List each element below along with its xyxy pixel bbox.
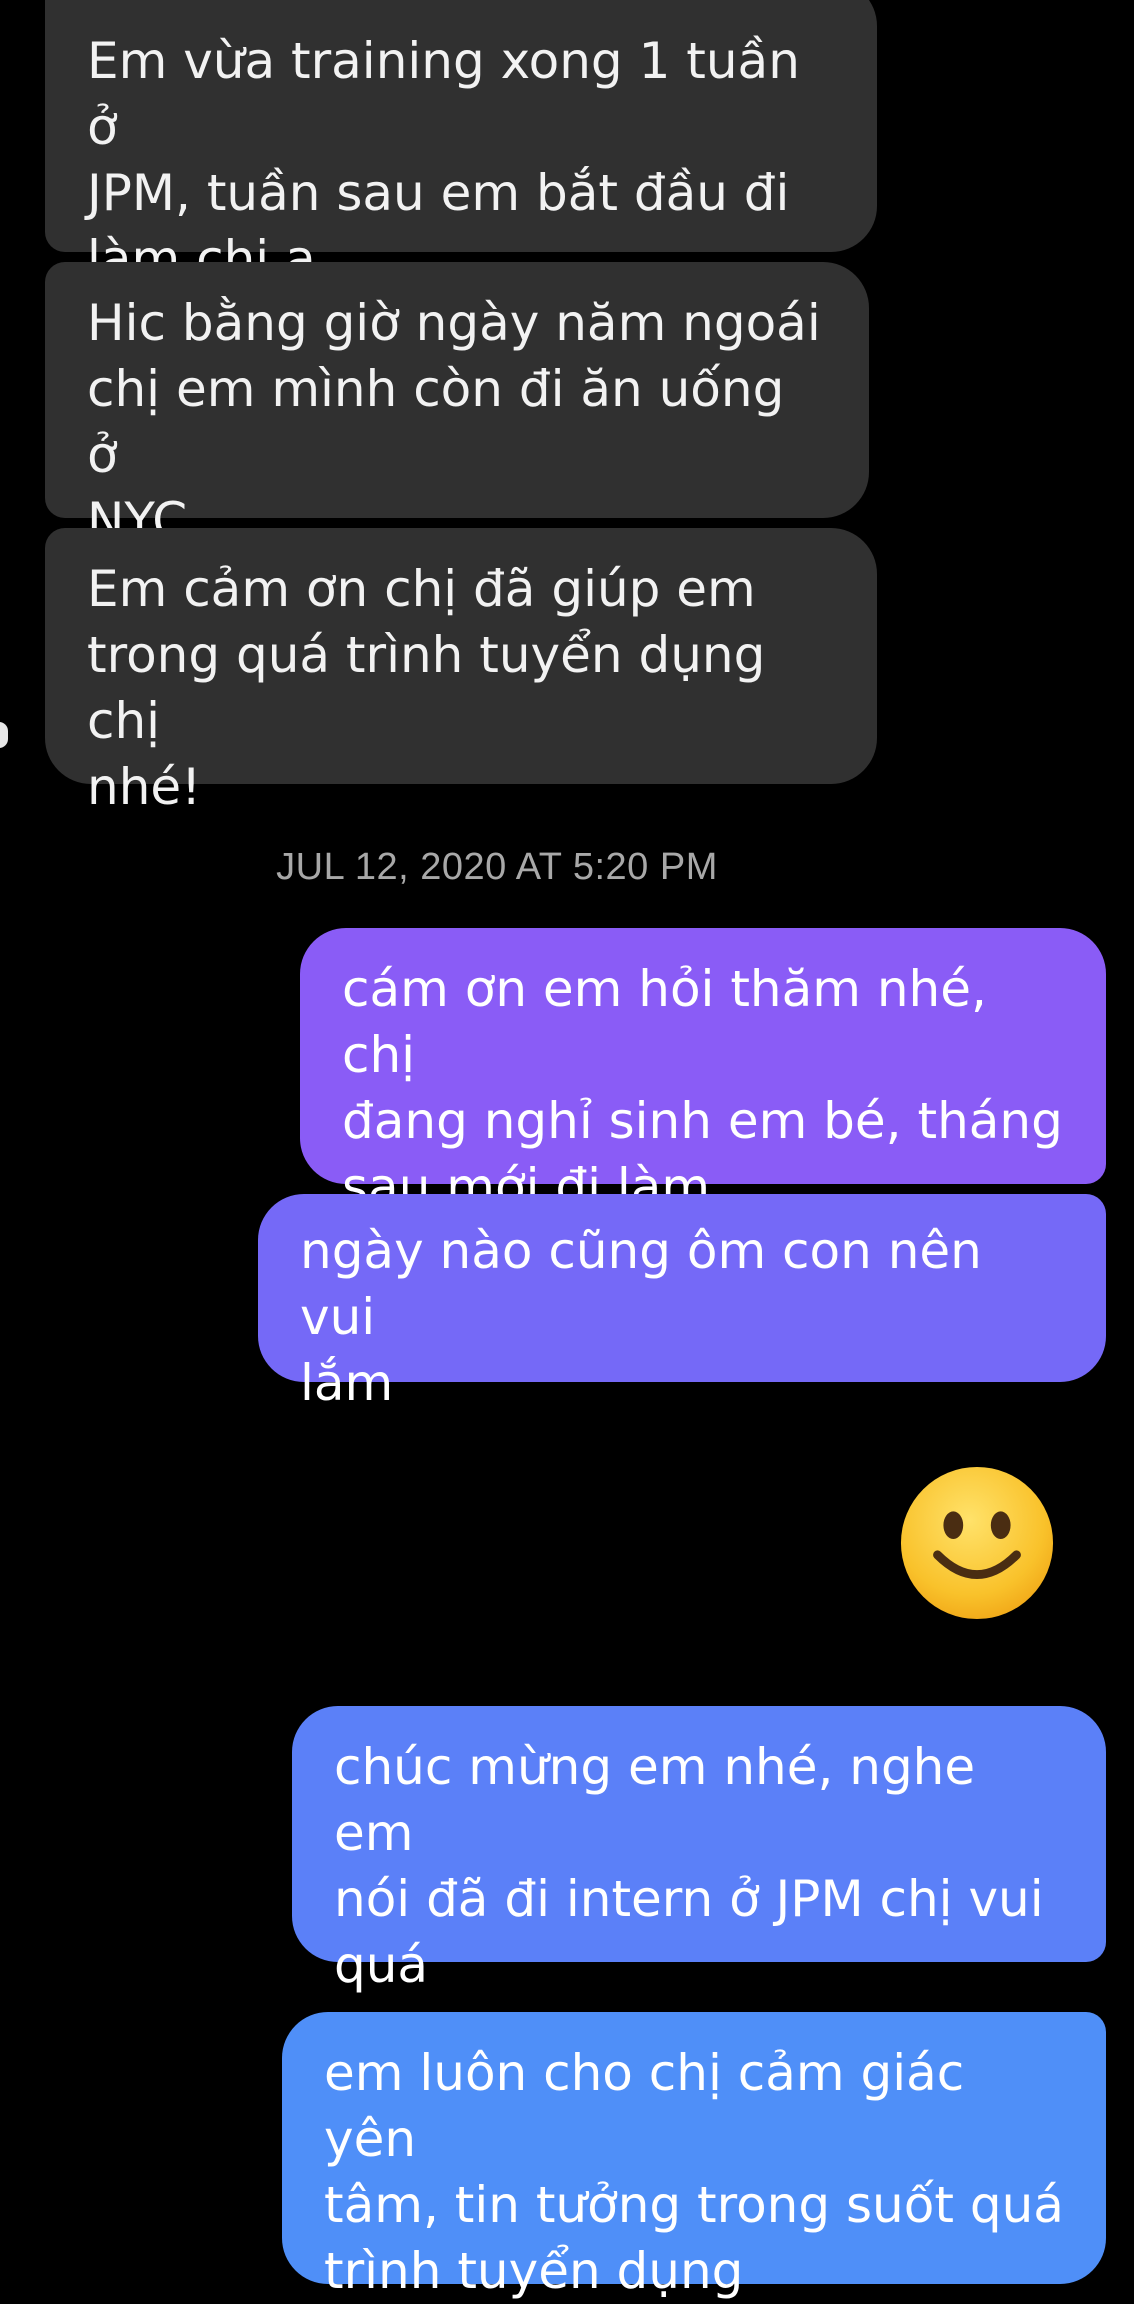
sent-message-1[interactable]: cám ơn em hỏi thăm nhé, chị đang nghỉ si… — [300, 928, 1106, 1216]
received-message-2[interactable]: Hic bằng giờ ngày năm ngoái chị em mình … — [45, 262, 869, 550]
sent-message-4[interactable]: em luôn cho chị cảm giác yên tâm, tin tư… — [282, 2012, 1106, 2300]
received-message-3[interactable]: Em cảm ơn chị đã giúp em trong quá trình… — [45, 528, 877, 816]
received-message-1[interactable]: Em vừa training xong 1 tuần ở JPM, tuần … — [45, 0, 877, 288]
sender-avatar[interactable] — [0, 722, 8, 748]
sent-message-2[interactable]: ngày nào cũng ôm con nên vui lắm — [258, 1194, 1106, 1412]
message-timestamp: JUL 12, 2020 AT 5:20 PM — [276, 846, 718, 888]
slightly-smiling-face-emoji[interactable] — [898, 1464, 1056, 1622]
sent-message-3[interactable]: chúc mừng em nhé, nghe em nói đã đi inte… — [292, 1706, 1106, 1994]
